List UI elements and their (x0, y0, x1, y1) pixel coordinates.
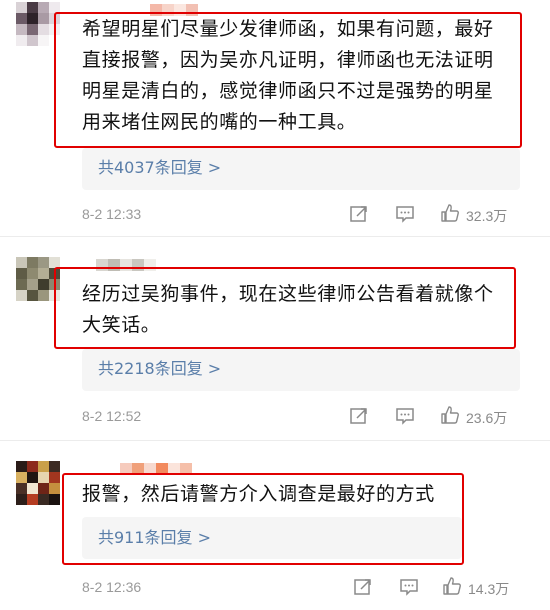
reply-count-link[interactable]: 共911条回复 > (98, 528, 211, 548)
comment-time: 8-2 12:52 (82, 408, 142, 424)
comment-text: 报警，然后请警方介入调查是最好的方式 (82, 483, 435, 505)
like-icon[interactable] (442, 576, 462, 596)
reply-count-link[interactable]: 共4037条回复 > (98, 158, 221, 178)
like-icon[interactable] (440, 405, 460, 425)
avatar[interactable] (16, 2, 60, 46)
comment-text: 希望明星们尽量少发律师函，如果有问题，最好 直接报警，因为吴亦凡证明，律师函也无… (82, 18, 494, 133)
avatar[interactable] (16, 257, 60, 301)
comment-item: 希望明星们尽量少发律师函，如果有问题，最好 直接报警，因为吴亦凡证明，律师函也无… (0, 0, 550, 236)
reply-count-link[interactable]: 共2218条回复 > (98, 359, 221, 379)
share-icon[interactable] (353, 577, 373, 597)
reply-box: 共4037条回复 > (82, 148, 520, 190)
like-count: 32.3万 (466, 208, 508, 224)
comment-text: 经历过吴狗事件，现在这些律师公告看着就像个 大笑话。 (82, 283, 494, 336)
like-icon[interactable] (440, 203, 460, 223)
avatar[interactable] (16, 461, 60, 505)
comment-icon[interactable] (399, 577, 419, 597)
comment-item: 经历过吴狗事件，现在这些律师公告看着就像个 大笑话。 共2218条回复 > 8-… (0, 237, 550, 440)
comment-time: 8-2 12:36 (82, 579, 142, 595)
username-redacted[interactable] (96, 259, 156, 271)
comment-time: 8-2 12:33 (82, 206, 142, 222)
like-count: 14.3万 (468, 581, 510, 597)
comment-item: 报警，然后请警方介入调查是最好的方式 共911条回复 > 8-2 12:36 1… (0, 441, 550, 610)
share-icon[interactable] (349, 406, 369, 426)
like-count: 23.6万 (466, 410, 508, 426)
reply-box: 共2218条回复 > (82, 349, 520, 391)
username-redacted[interactable] (120, 463, 192, 475)
reply-box: 共911条回复 > (82, 517, 462, 559)
comment-icon[interactable] (395, 406, 415, 426)
share-icon[interactable] (349, 204, 369, 224)
comment-icon[interactable] (395, 204, 415, 224)
